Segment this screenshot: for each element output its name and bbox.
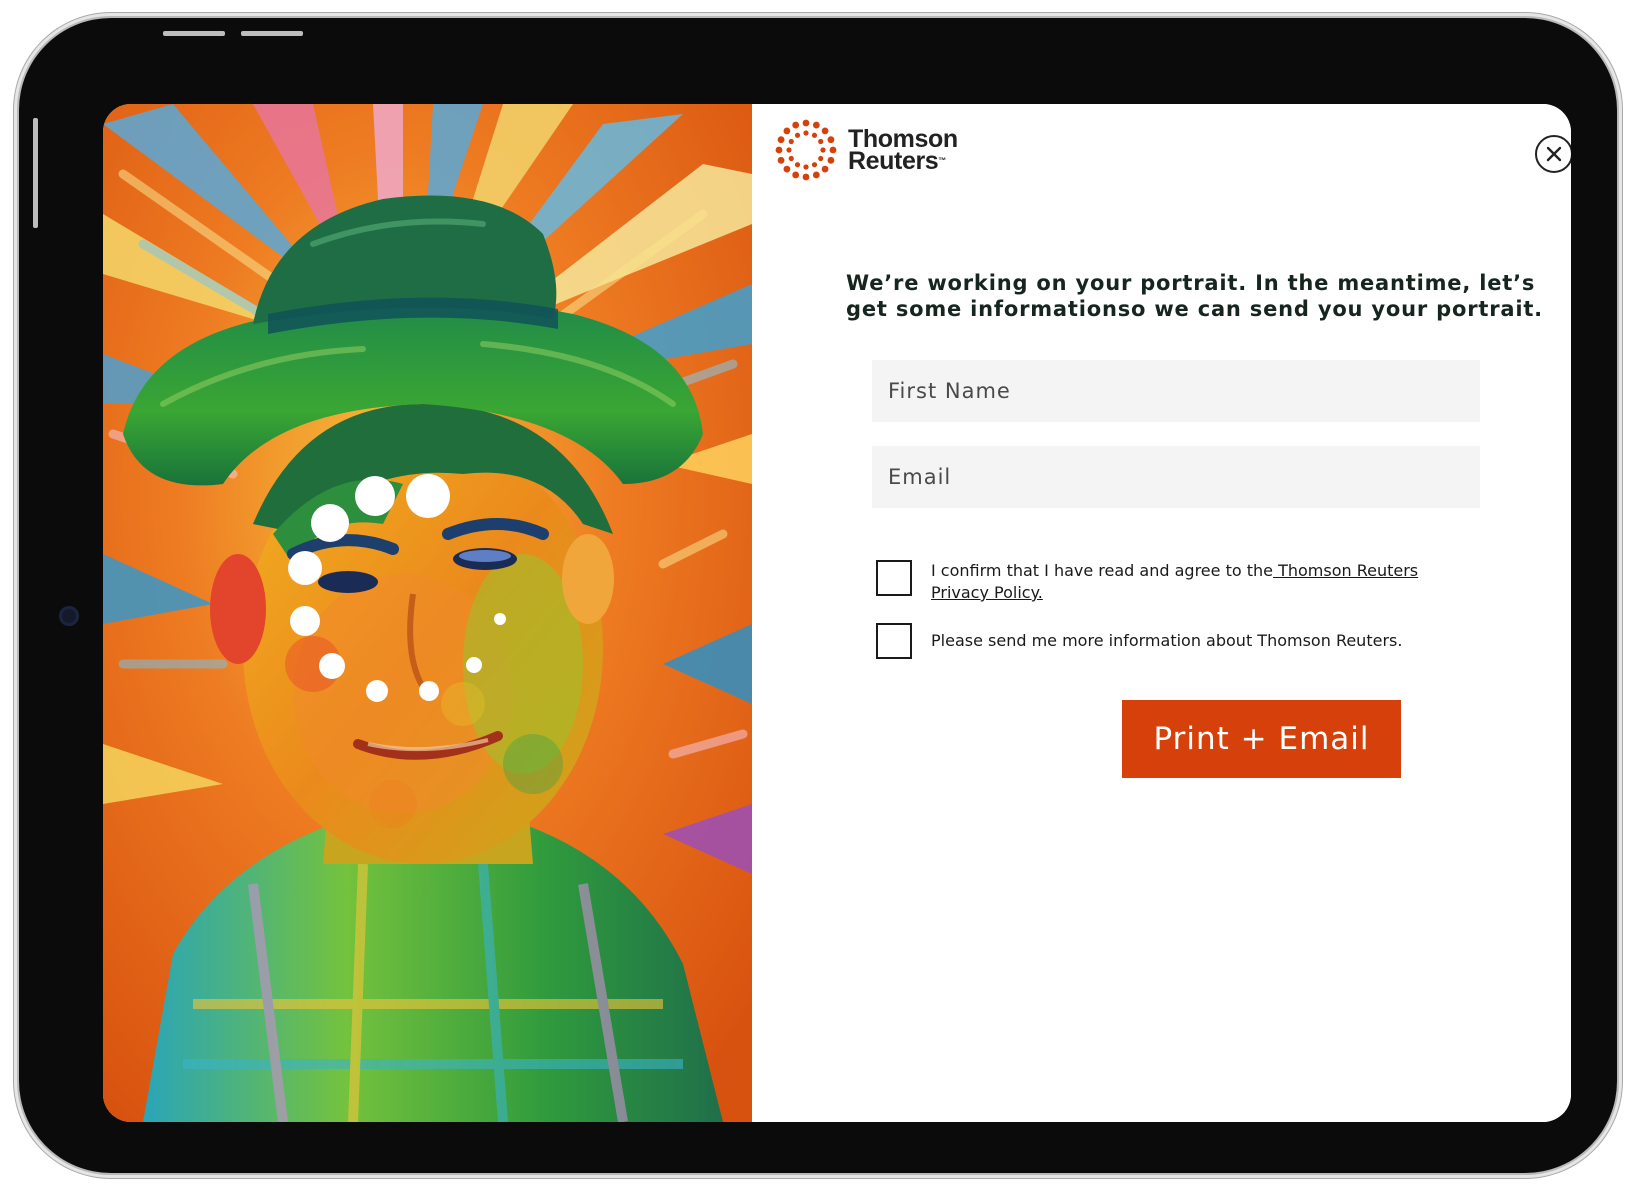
logo-dot: [786, 147, 792, 153]
form-panel: Thomson Reuters™ We’re working on your p…: [752, 104, 1571, 1122]
logo-dot: [818, 155, 824, 162]
first-name-input[interactable]: [872, 360, 1480, 422]
logo-dot: [827, 156, 835, 164]
marketing-optin-row: Please send me more information about Th…: [876, 623, 1451, 659]
logo-dot: [803, 130, 809, 136]
logo-dot: [794, 162, 801, 168]
screen: Thomson Reuters™ We’re working on your p…: [103, 104, 1571, 1122]
camera-icon: [59, 606, 79, 626]
brand-wordmark: Thomson Reuters™: [848, 127, 958, 175]
close-button[interactable]: [1535, 135, 1571, 173]
privacy-consent-text: I confirm that I have read and agree to …: [931, 561, 1273, 580]
logo-dot: [783, 165, 791, 173]
side-button: [33, 118, 38, 228]
logo-dot: [812, 171, 820, 179]
logo-dot: [821, 127, 829, 135]
logo-dot: [777, 136, 785, 144]
logo-dot: [802, 119, 810, 127]
trademark-symbol: ™: [938, 156, 946, 165]
logo-dot: [775, 146, 783, 154]
logo-dot: [777, 156, 785, 164]
page-headline: We’re working on your portrait. In the m…: [846, 271, 1543, 321]
brand-name-line2: Reuters: [848, 147, 939, 175]
portrait-panel: [103, 104, 752, 1122]
logo-dot: [792, 171, 800, 179]
volume-button: [163, 31, 225, 36]
portrait-image: [103, 104, 752, 1122]
logo-dot: [821, 165, 829, 173]
privacy-consent-label: I confirm that I have read and agree to …: [931, 560, 1451, 604]
logo-dot: [783, 127, 791, 135]
dotted-circle-logo-icon: [775, 119, 837, 181]
logo-dot: [803, 164, 809, 170]
logo-dot: [792, 121, 800, 129]
privacy-consent-checkbox[interactable]: [876, 560, 912, 596]
tablet-frame: Thomson Reuters™ We’re working on your p…: [19, 18, 1617, 1173]
logo-dot: [794, 132, 801, 138]
logo-dot: [811, 132, 818, 138]
logo-dot: [788, 155, 794, 162]
logo-dot: [820, 147, 826, 153]
logo-dot: [829, 146, 837, 154]
marketing-optin-label: Please send me more information about Th…: [931, 631, 1403, 650]
logo-dot: [812, 121, 820, 129]
logo-dot: [802, 173, 810, 181]
email-input[interactable]: [872, 446, 1480, 508]
logo-dot: [811, 162, 818, 168]
logo-dot: [827, 136, 835, 144]
close-icon: [1546, 146, 1562, 162]
logo-dot: [818, 138, 824, 145]
privacy-consent-row: I confirm that I have read and agree to …: [876, 560, 1451, 604]
logo-dot: [788, 138, 794, 145]
brand-logo[interactable]: Thomson Reuters™: [774, 118, 958, 182]
volume-button: [241, 31, 303, 36]
print-email-button[interactable]: Print + Email: [1122, 700, 1401, 778]
marketing-optin-checkbox[interactable]: [876, 623, 912, 659]
